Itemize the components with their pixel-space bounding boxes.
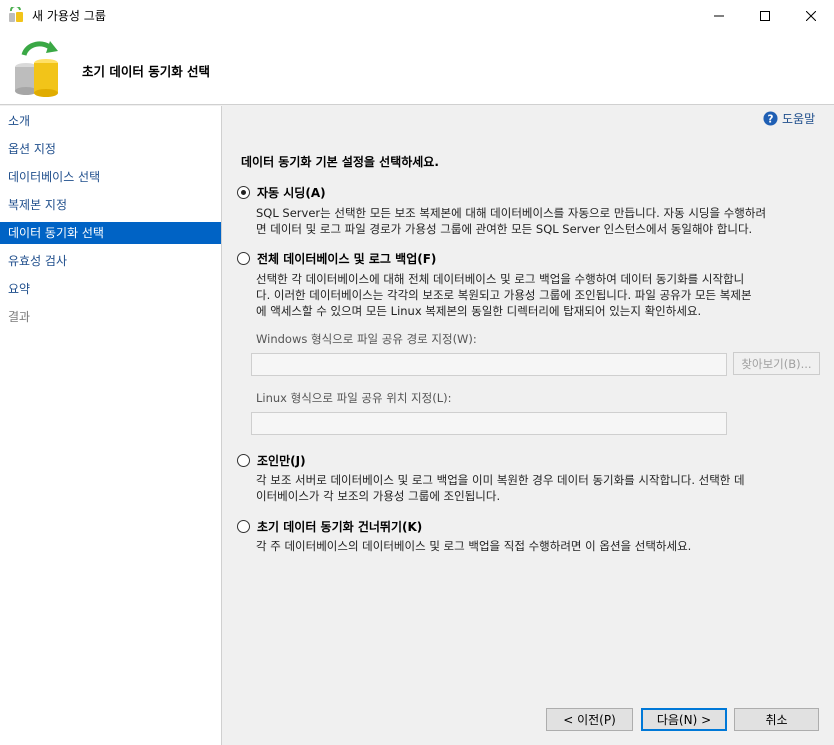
cancel-button[interactable]: 취소 [734, 708, 819, 731]
browse-button[interactable]: 찾아보기(B)... [733, 352, 820, 375]
nav-item-replicas[interactable]: 복제본 지정 [0, 194, 221, 216]
radio-full-backup[interactable] [237, 252, 250, 265]
nav-item-databases[interactable]: 데이터베이스 선택 [0, 166, 221, 188]
nav-item-results: 결과 [8, 310, 31, 324]
title-bar: 새 가용성 그룹 [0, 0, 834, 31]
minimize-icon [714, 15, 724, 16]
next-button[interactable]: 다음(N) > [641, 708, 727, 731]
radio-automatic-seeding[interactable] [237, 186, 250, 199]
maximize-button[interactable] [742, 0, 788, 31]
option-label: 조인만(J) [257, 454, 306, 468]
option-description: 선택한 각 데이터베이스에 대해 전체 데이터베이스 및 로그 백업을 수행하여… [256, 272, 752, 318]
linux-share-input[interactable] [251, 412, 727, 435]
help-label: 도움말 [782, 112, 816, 126]
main-panel: ? 도움말 데이터 동기화 기본 설정을 선택하세요. 자동 시딩(A) SQL… [223, 106, 834, 745]
instruction-text: 데이터 동기화 기본 설정을 선택하세요. [241, 155, 439, 169]
availability-group-icon [9, 7, 23, 22]
minimize-button[interactable] [696, 0, 742, 31]
option-description: 각 보조 서버로 데이터베이스 및 로그 백업을 이미 복원한 경우 데이터 동… [256, 473, 745, 503]
windows-share-input[interactable] [251, 353, 727, 376]
radio-join-only[interactable] [237, 454, 250, 467]
help-link[interactable]: ? 도움말 [763, 110, 815, 127]
option-description: 각 주 데이터베이스의 데이터베이스 및 로그 백업을 직접 수행하려면 이 옵… [256, 539, 692, 553]
linux-share-label: Linux 형식으로 파일 공유 위치 지정(L): [256, 391, 452, 405]
nav-item-intro[interactable]: 소개 [0, 110, 221, 132]
option-label: 초기 데이터 동기화 건너뛰기(K) [257, 520, 423, 534]
wizard-nav: 소개 옵션 지정 데이터베이스 선택 복제본 지정 데이터 동기화 선택 유효성… [0, 106, 222, 745]
database-sync-icon [15, 41, 58, 97]
option-description: SQL Server는 선택한 모든 보조 복제본에 대해 데이터베이스를 자동… [256, 206, 767, 236]
previous-button[interactable]: < 이전(P) [546, 708, 633, 731]
window-title: 새 가용성 그룹 [32, 9, 106, 23]
option-join-only[interactable]: 조인만(J) [237, 452, 306, 469]
help-icon: ? [763, 111, 778, 126]
option-full-backup[interactable]: 전체 데이터베이스 및 로그 백업(F) [237, 250, 436, 267]
radio-skip-sync[interactable] [237, 520, 250, 533]
option-skip-sync[interactable]: 초기 데이터 동기화 건너뛰기(K) [237, 518, 422, 535]
windows-share-label: Windows 형식으로 파일 공유 경로 지정(W): [256, 332, 477, 346]
page-title: 초기 데이터 동기화 선택 [82, 64, 211, 79]
option-automatic-seeding[interactable]: 자동 시딩(A) [237, 184, 326, 201]
close-button[interactable] [788, 0, 834, 31]
nav-item-validation[interactable]: 유효성 검사 [0, 250, 221, 272]
nav-item-options[interactable]: 옵션 지정 [0, 138, 221, 160]
page-header: 초기 데이터 동기화 선택 [0, 31, 834, 105]
nav-item-data-sync[interactable]: 데이터 동기화 선택 [0, 222, 221, 244]
option-label: 자동 시딩(A) [257, 186, 326, 200]
svg-text:?: ? [768, 113, 774, 125]
nav-item-summary[interactable]: 요약 [0, 278, 221, 300]
maximize-icon [760, 10, 770, 21]
option-label: 전체 데이터베이스 및 로그 백업(F) [257, 252, 437, 266]
close-icon [806, 10, 816, 21]
